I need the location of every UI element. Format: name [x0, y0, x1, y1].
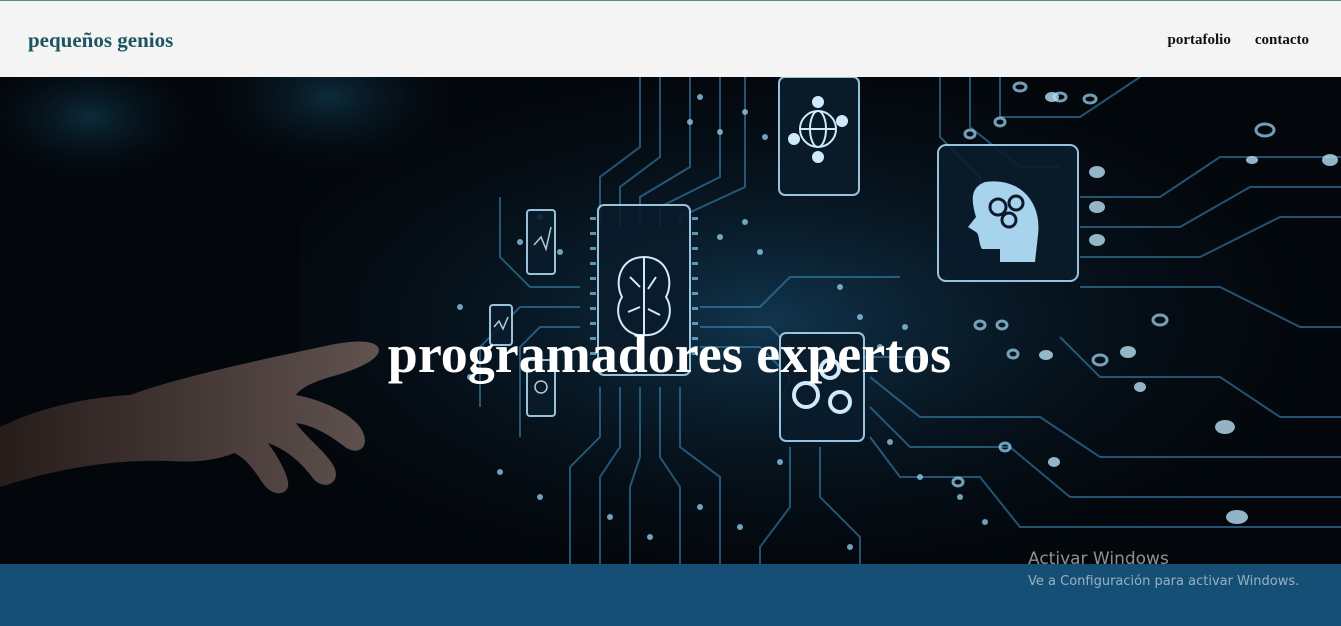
nav-link-contacto[interactable]: contacto: [1255, 32, 1309, 49]
nav-links: portafolio contacto: [1168, 32, 1309, 49]
hero-title: programadores expertos: [387, 324, 952, 384]
brand-logo-link[interactable]: pequeños genios: [28, 28, 173, 53]
watermark-title: Activar Windows: [1028, 549, 1169, 569]
navbar: pequeños genios portafolio contacto: [0, 0, 1341, 77]
nav-link-portafolio[interactable]: portafolio: [1168, 32, 1231, 49]
hero-banner: programadores expertos: [0, 77, 1341, 564]
watermark-subtitle: Ve a Configuración para activar Windows.: [1028, 574, 1300, 589]
windows-activation-watermark: Activar Windows Ve a Configuración para …: [1028, 549, 1299, 589]
hero-background-image: [0, 77, 1341, 564]
